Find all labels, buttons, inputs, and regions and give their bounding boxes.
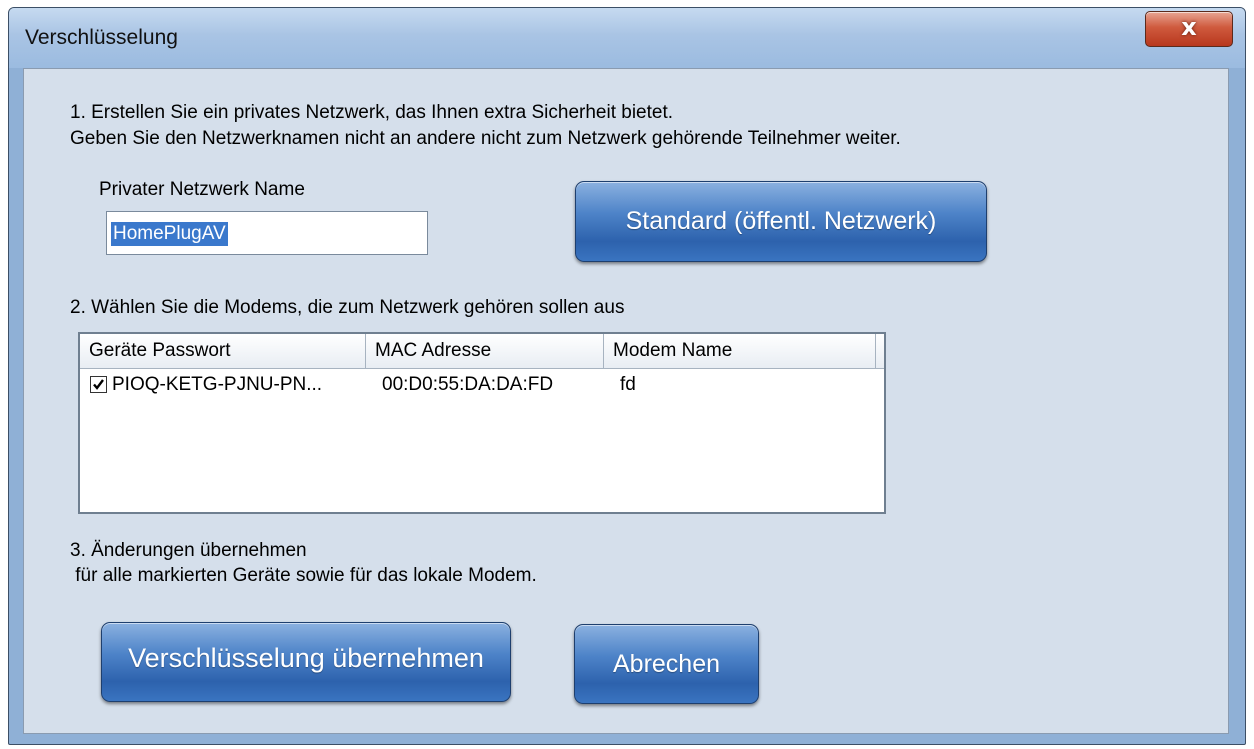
device-password-cell: PIOQ-KETG-PJNU-PN... — [112, 374, 323, 395]
step3-line2: für alle markierten Geräte sowie für das… — [70, 565, 537, 586]
column-header-modem-name[interactable]: Modem Name — [604, 334, 876, 368]
modem-list[interactable]: Geräte Passwort MAC Adresse Modem Name P… — [78, 332, 886, 514]
step3-line1: 3. Änderungen übernehmen — [70, 540, 307, 561]
cancel-button[interactable]: Abrechen — [574, 624, 759, 704]
dialog-body: 1. Erstellen Sie ein privates Netzwerk, … — [23, 68, 1229, 734]
apply-encryption-button[interactable]: Verschlüsselung übernehmen — [101, 622, 511, 702]
checkmark-icon — [93, 379, 104, 390]
window-title: Verschlüsselung — [25, 26, 178, 49]
network-name-label: Privater Netzwerk Name — [99, 179, 305, 200]
modem-name-cell: fd — [620, 374, 636, 395]
column-header-mac[interactable]: MAC Adresse — [366, 334, 604, 368]
modem-list-header: Geräte Passwort MAC Adresse Modem Name — [80, 334, 884, 369]
step2-label: 2. Wählen Sie die Modems, die zum Netzwe… — [70, 297, 625, 318]
mac-address-cell: 00:D0:55:DA:DA:FD — [382, 374, 554, 395]
step1-line1: 1. Erstellen Sie ein privates Netzwerk, … — [70, 102, 674, 123]
network-name-value: HomePlugAV — [111, 222, 228, 246]
close-icon: x — [1181, 13, 1197, 41]
standard-network-button[interactable]: Standard (öffentl. Netzwerk) — [575, 181, 987, 262]
network-name-input[interactable]: HomePlugAV — [106, 211, 428, 255]
title-bar[interactable]: Verschlüsselung x — [9, 8, 1245, 68]
close-button[interactable]: x — [1145, 11, 1233, 47]
table-row[interactable]: PIOQ-KETG-PJNU-PN... 00:D0:55:DA:DA:FD f… — [80, 368, 884, 402]
column-header-password[interactable]: Geräte Passwort — [80, 334, 366, 368]
modem-checkbox[interactable] — [90, 376, 107, 393]
encryption-dialog: Verschlüsselung x 1. Erstellen Sie ein p… — [8, 7, 1246, 745]
step1-line2: Geben Sie den Netzwerknamen nicht an and… — [70, 128, 901, 149]
